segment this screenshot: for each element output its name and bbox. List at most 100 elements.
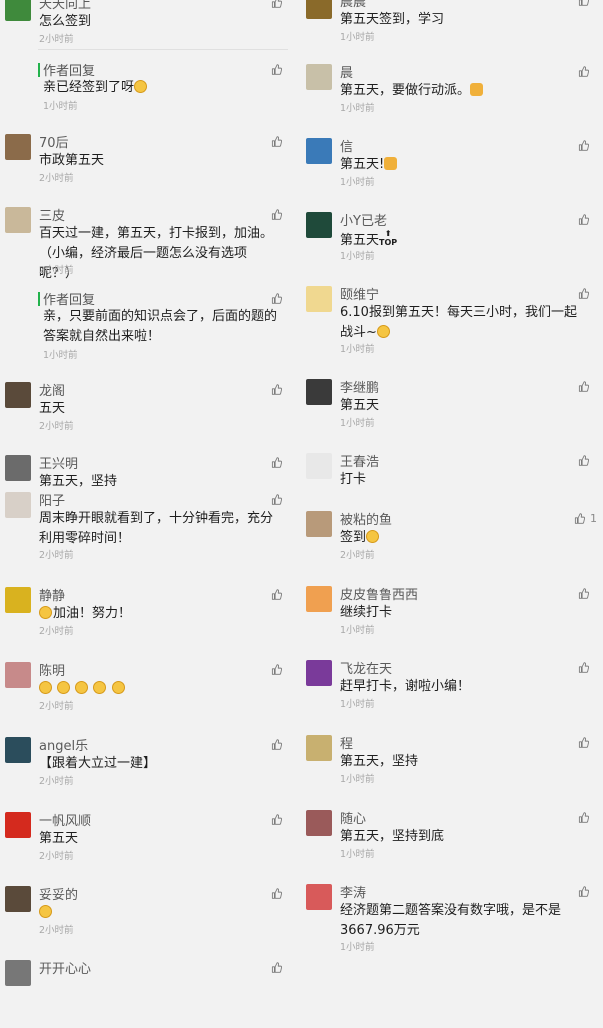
commenter-name[interactable]: 王春浩 (340, 451, 379, 470)
commenter-name[interactable]: 被粘的鱼 (340, 509, 392, 528)
like-button[interactable] (271, 738, 283, 751)
commenter-name[interactable]: 陈明 (39, 660, 65, 679)
like-button[interactable] (578, 736, 590, 749)
commenter-name[interactable]: 70后 (39, 132, 69, 151)
like-button[interactable] (578, 0, 590, 7)
comment-text: 签到 (340, 528, 578, 548)
like-button[interactable] (271, 456, 283, 469)
commenter-name[interactable]: 皮皮鲁鲁西西 (340, 584, 418, 603)
commenter-name[interactable]: 龙阁 (39, 380, 65, 399)
author-reply: 作者回复 亲，只要前面的知识点会了，后面的题的答案就自然出来啦！ 1小时前 (0, 289, 300, 361)
avatar[interactable] (5, 134, 31, 160)
avatar[interactable] (5, 492, 31, 518)
comment-text: 第五天，坚持到底 (340, 829, 445, 844)
avatar[interactable] (306, 286, 332, 312)
like-button[interactable] (271, 292, 283, 305)
comment-time: 1小时前 (340, 849, 375, 860)
commenter-name[interactable]: 飞龙在天 (340, 658, 392, 677)
commenter-name[interactable]: 信 (340, 136, 353, 155)
like-button[interactable] (271, 813, 283, 826)
commenter-name[interactable]: 开开心心 (39, 958, 91, 977)
commenter-name[interactable]: 一帆风顺 (39, 810, 91, 829)
like-button[interactable] (271, 383, 283, 396)
thumbs-up-icon (271, 738, 283, 751)
comment-item: 妥妥的 2小时前 (0, 884, 300, 954)
comment-item: 程第五天，坚持 1小时前 (303, 733, 603, 803)
thumbs-up-icon (271, 663, 283, 676)
like-button[interactable] (578, 661, 590, 674)
avatar[interactable] (5, 207, 31, 233)
comment-item: 飞龙在天 赶早打卡，谢啦小编！ 1小时前 (303, 658, 603, 728)
like-button[interactable] (578, 587, 590, 600)
avatar[interactable] (306, 453, 332, 479)
thumbs-up-icon (271, 456, 283, 469)
commenter-name[interactable]: 程 (340, 733, 353, 752)
thumbs-up-icon (271, 135, 283, 148)
comment-text: 市政第五天 (39, 153, 105, 168)
like-button[interactable] (578, 885, 590, 898)
avatar[interactable] (306, 379, 332, 405)
avatar[interactable] (306, 586, 332, 612)
like-button[interactable]: 1 (574, 512, 597, 525)
commenter-name[interactable]: 李继鹏 (340, 377, 379, 396)
avatar[interactable] (5, 0, 31, 21)
comment-item: 晨第五天，要做行动派。 1小时前 (303, 62, 603, 132)
commenter-name[interactable]: 李涛 (340, 882, 366, 901)
commenter-name[interactable]: 小Y已老 (340, 210, 387, 229)
like-count: 1 (590, 512, 597, 525)
avatar[interactable] (306, 511, 332, 537)
comment-time: 2小时前 (39, 626, 74, 637)
like-button[interactable] (578, 454, 590, 467)
avatar[interactable] (5, 382, 31, 408)
commenter-name[interactable]: 颐维宁 (340, 284, 379, 303)
like-button[interactable] (578, 65, 590, 78)
commenter-name[interactable]: 晨晨 (340, 0, 366, 10)
commenter-name[interactable]: 静静 (39, 585, 65, 604)
avatar[interactable] (306, 735, 332, 761)
like-button[interactable] (271, 63, 283, 76)
commenter-name[interactable]: 妥妥的 (39, 884, 78, 903)
like-button[interactable] (578, 139, 590, 152)
like-button[interactable] (578, 380, 590, 393)
thumbs-up-icon (271, 208, 283, 221)
comment-text: 第五天签到，学习 (340, 12, 445, 27)
like-button[interactable] (271, 493, 283, 506)
like-button[interactable] (271, 663, 283, 676)
commenter-name[interactable]: angel乐 (39, 735, 88, 754)
avatar[interactable] (306, 660, 332, 686)
like-button[interactable] (578, 811, 590, 824)
thumbs-up-icon (578, 0, 590, 7)
avatar[interactable] (306, 138, 332, 164)
comment-item: 小Y已老 第五天 ⬆ TOP 1小时前 (303, 210, 603, 280)
like-button[interactable] (271, 0, 283, 9)
avatar[interactable] (306, 0, 332, 19)
commenter-name[interactable]: 晨 (340, 62, 353, 81)
like-button[interactable] (271, 208, 283, 221)
comment-time: 1小时前 (340, 774, 375, 785)
like-button[interactable] (578, 287, 590, 300)
avatar[interactable] (5, 886, 31, 912)
avatar[interactable] (306, 810, 332, 836)
commenter-name[interactable]: 阳子 (39, 490, 65, 509)
avatar[interactable] (306, 64, 332, 90)
avatar[interactable] (5, 737, 31, 763)
like-button[interactable] (271, 588, 283, 601)
commenter-name[interactable]: 三皮 (39, 205, 65, 224)
commenter-name[interactable]: 随心 (340, 808, 366, 827)
commenter-name[interactable]: 天天向上 (39, 0, 91, 12)
thumbs-up-icon (578, 587, 590, 600)
avatar[interactable] (5, 960, 31, 986)
comment-text: 第五天，坚持 (340, 754, 419, 769)
avatar[interactable] (306, 884, 332, 910)
avatar[interactable] (5, 455, 31, 481)
like-button[interactable] (271, 135, 283, 148)
commenter-name[interactable]: 王兴明 (39, 453, 78, 472)
comment-item: 随心第五天，坚持到底 1小时前 (303, 808, 603, 878)
avatar[interactable] (5, 662, 31, 688)
like-button[interactable] (578, 213, 590, 226)
like-button[interactable] (271, 887, 283, 900)
avatar[interactable] (5, 812, 31, 838)
avatar[interactable] (306, 212, 332, 238)
comment-item: 李涛 经济题第二题答案没有数字哦，是不是3667.96万元 1小时前 (303, 882, 603, 953)
avatar[interactable] (5, 587, 31, 613)
